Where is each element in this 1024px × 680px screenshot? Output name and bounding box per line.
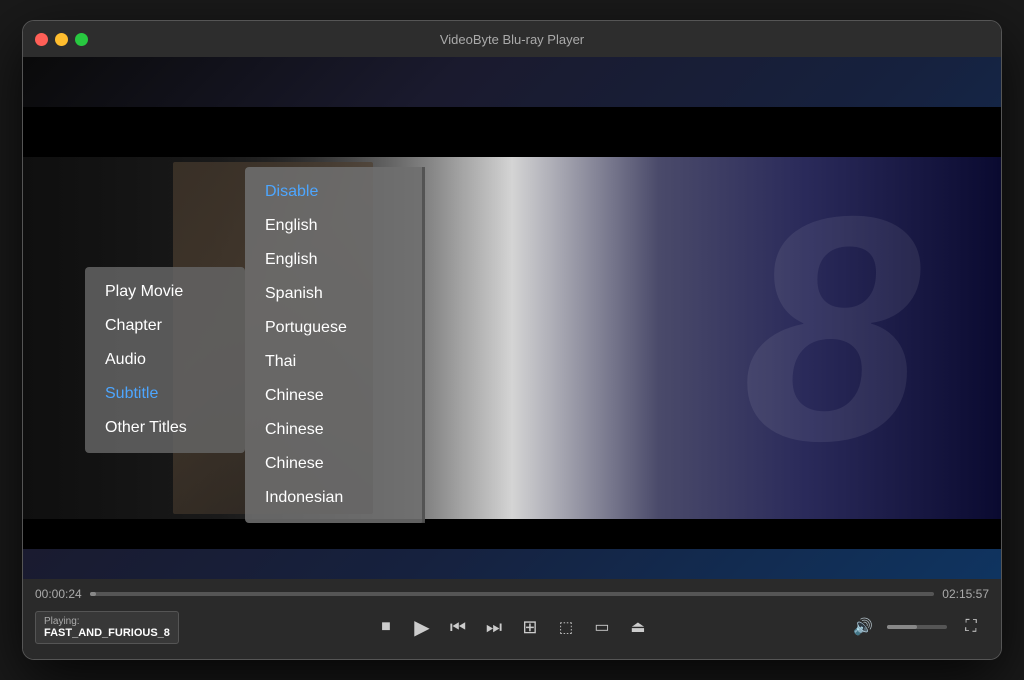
subtitle-option-english-2[interactable]: English: [245, 243, 425, 277]
controls-bar: 00:00:24 02:15:57 Playing: FAST_AND_FURI…: [23, 579, 1001, 659]
right-controls: 🔊 ⛶: [845, 609, 989, 645]
playing-label: Playing:: [44, 616, 170, 627]
folder-button[interactable]: ▭: [584, 609, 620, 645]
minimize-button[interactable]: [55, 33, 68, 46]
movie-title-number: 8: [743, 168, 921, 488]
close-button[interactable]: [35, 33, 48, 46]
progress-track[interactable]: [90, 592, 935, 596]
playing-title: FAST_AND_FURIOUS_8: [44, 627, 170, 639]
volume-icon[interactable]: 🔊: [845, 609, 881, 645]
subtitle-option-portuguese[interactable]: Portuguese: [245, 311, 425, 345]
menu-item-audio[interactable]: Audio: [85, 343, 245, 377]
subtitle-option-english-1[interactable]: English: [245, 209, 425, 243]
subtitle-option-disable[interactable]: Disable: [245, 175, 425, 209]
controls-row: Playing: FAST_AND_FURIOUS_8 ■ ▶ ⏮ ⏭ ⊞ ⬚ …: [23, 605, 1001, 649]
stop-button[interactable]: ■: [368, 609, 404, 645]
black-bar-bottom: [23, 519, 1001, 549]
app-window: VideoByte Blu-ray Player 8 Play Movie Ch…: [22, 20, 1002, 660]
playing-info: Playing: FAST_AND_FURIOUS_8: [35, 611, 179, 644]
subtitle-option-chinese-3[interactable]: Chinese: [245, 447, 425, 481]
next-button[interactable]: ⏭: [476, 609, 512, 645]
play-button[interactable]: ▶: [404, 609, 440, 645]
menu-item-chapter[interactable]: Chapter: [85, 309, 245, 343]
menu-item-subtitle[interactable]: Subtitle: [85, 377, 245, 411]
dropdown-accent: [422, 167, 425, 523]
grid-button[interactable]: ⊞: [512, 609, 548, 645]
time-total: 02:15:57: [942, 587, 989, 601]
subtitle-option-spanish[interactable]: Spanish: [245, 277, 425, 311]
menu-item-other-titles[interactable]: Other Titles: [85, 411, 245, 445]
subtitle-option-chinese-2[interactable]: Chinese: [245, 413, 425, 447]
progress-fill: [90, 592, 97, 596]
traffic-lights: [35, 33, 88, 46]
window-title: VideoByte Blu-ray Player: [440, 32, 584, 47]
subtitle-option-thai[interactable]: Thai: [245, 345, 425, 379]
subtitle-dropdown: Disable English English Spanish Portugue…: [245, 167, 425, 523]
screenshot-button[interactable]: ⬚: [548, 609, 584, 645]
player-area: 8 Play Movie Chapter Audio Subtitle Othe…: [23, 57, 1001, 579]
subtitle-option-indonesian[interactable]: Indonesian: [245, 481, 425, 515]
maximize-button[interactable]: [75, 33, 88, 46]
title-bar: VideoByte Blu-ray Player: [23, 21, 1001, 57]
volume-slider[interactable]: [887, 625, 947, 629]
time-current: 00:00:24: [35, 587, 82, 601]
eject-button[interactable]: ⏏: [620, 609, 656, 645]
prev-button[interactable]: ⏮: [440, 609, 476, 645]
fullscreen-button[interactable]: ⛶: [953, 609, 989, 645]
volume-fill: [887, 625, 917, 629]
progress-area: 00:00:24 02:15:57: [23, 579, 1001, 605]
menu-item-play-movie[interactable]: Play Movie: [85, 275, 245, 309]
context-menu: Play Movie Chapter Audio Subtitle Other …: [85, 267, 245, 453]
subtitle-option-chinese-1[interactable]: Chinese: [245, 379, 425, 413]
